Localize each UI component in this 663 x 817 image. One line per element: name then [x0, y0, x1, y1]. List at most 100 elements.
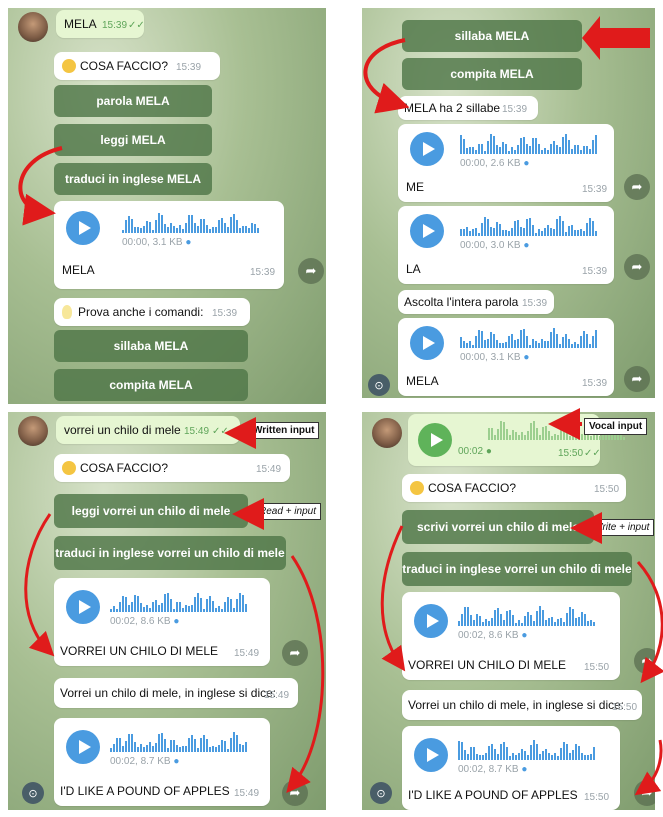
- waveform-bar: [161, 603, 163, 612]
- forward-icon[interactable]: ➦: [634, 780, 655, 806]
- keyboard-button-sillaba[interactable]: sillaba MELA: [402, 20, 582, 52]
- audio-message-me[interactable]: 00:00, 2.6 KB ● ME 15:39: [398, 124, 614, 202]
- waveform-bar: [511, 334, 513, 348]
- audio-message-la[interactable]: 00:00, 3.0 KB ● LA 15:39: [398, 206, 614, 284]
- audio-message-english[interactable]: 00:02, 8.7 KB ● I'D LIKE A POUND OF APPL…: [54, 718, 270, 806]
- play-icon[interactable]: [66, 590, 100, 624]
- keyboard-button-traduci[interactable]: traduci in inglese vorrei un chilo di me…: [402, 552, 632, 586]
- voice-message[interactable]: 00:02 ● 15:50 ✓✓: [408, 414, 625, 466]
- audio-message[interactable]: 00:02, 8.6 KB ● VORREI UN CHILO DI MELE …: [402, 592, 620, 680]
- keyboard-button-compita[interactable]: compita MELA: [54, 369, 248, 401]
- waveform-bar: [559, 344, 561, 348]
- user-avatar[interactable]: [372, 418, 402, 448]
- bot-question[interactable]: COSA FACCIO? 15:50: [402, 474, 626, 502]
- waveform-bar: [466, 148, 468, 154]
- attachment-icon[interactable]: ⊙: [370, 782, 392, 804]
- waveform-bar: [248, 228, 250, 233]
- audio-meta: 00:02, 8.6 KB ●: [110, 616, 180, 627]
- waveform-bar: [487, 219, 489, 236]
- audio-message-mela[interactable]: 00:00, 3.1 KB ● MELA 15:39: [398, 318, 614, 396]
- translate-message[interactable]: Vorrei un chilo di mele, in inglese si d…: [402, 690, 642, 720]
- play-icon[interactable]: [414, 604, 448, 638]
- waveform-bar: [146, 221, 148, 233]
- play-icon[interactable]: [414, 738, 448, 772]
- keyboard-button-parola[interactable]: parola MELA: [54, 85, 212, 117]
- waveform-bar: [571, 225, 573, 236]
- attachment-icon[interactable]: ⊙: [22, 782, 44, 804]
- waveform-bar: [577, 230, 579, 236]
- keyboard-button-scrivi[interactable]: scrivi vorrei un chilo di mele: [402, 510, 594, 544]
- waveform-bar: [530, 615, 532, 626]
- waveform-bar: [224, 223, 226, 233]
- forward-icon[interactable]: ➦: [298, 258, 324, 284]
- forward-icon[interactable]: ➦: [282, 640, 308, 666]
- keyboard-button-sillaba[interactable]: sillaba MELA: [54, 330, 248, 362]
- waveform[interactable]: [458, 738, 595, 760]
- forward-icon[interactable]: ➦: [624, 254, 650, 280]
- play-icon[interactable]: [418, 423, 452, 457]
- waveform-bar: [197, 226, 199, 233]
- waveform[interactable]: [122, 211, 259, 233]
- syllable-reply[interactable]: MELA ha 2 sillabe 15:39: [398, 96, 538, 120]
- waveform-bar: [532, 339, 534, 348]
- sent-message[interactable]: vorrei un chilo di mele 15:49 ✓✓: [56, 416, 240, 444]
- waveform-bar: [236, 599, 238, 612]
- waveform-bar: [488, 428, 490, 440]
- waveform[interactable]: [460, 214, 597, 236]
- play-icon[interactable]: [410, 326, 444, 360]
- waveform-bar: [541, 150, 543, 154]
- bot-question[interactable]: COSA FACCIO? 15:49: [54, 454, 290, 482]
- audio-message[interactable]: 00:00, 3.1 KB ● MELA 15:39: [54, 201, 284, 289]
- play-icon[interactable]: [410, 132, 444, 166]
- user-avatar[interactable]: [18, 416, 48, 446]
- waveform[interactable]: [460, 326, 597, 348]
- audio-time: 15:50: [584, 792, 610, 803]
- forward-icon[interactable]: ➦: [282, 780, 308, 806]
- waveform-bar: [529, 345, 531, 348]
- waveform-bar: [185, 223, 187, 233]
- waveform-bar: [503, 742, 505, 760]
- waveform-bar: [155, 743, 157, 752]
- waveform-bar: [560, 428, 562, 440]
- keyboard-button-traduci[interactable]: traduci in inglese MELA: [54, 163, 212, 195]
- forward-icon[interactable]: ➦: [624, 174, 650, 200]
- bot-question[interactable]: COSA FACCIO? 15:39: [54, 52, 220, 80]
- waveform-bar: [536, 744, 538, 760]
- waveform-bar: [209, 596, 211, 612]
- keyboard-button-traduci[interactable]: traduci in inglese vorrei un chilo di me…: [54, 536, 286, 570]
- waveform-bar: [224, 741, 226, 752]
- waveform-bar: [167, 593, 169, 612]
- waveform-bar: [544, 341, 546, 348]
- waveform-bar: [221, 609, 223, 612]
- translate-message[interactable]: Vorrei un chilo di mele, in inglese si d…: [54, 678, 298, 708]
- play-icon[interactable]: [66, 211, 100, 245]
- user-avatar[interactable]: [18, 12, 48, 42]
- waveform[interactable]: [110, 590, 247, 612]
- waveform-bar: [484, 340, 486, 348]
- waveform[interactable]: [110, 730, 247, 752]
- sent-message[interactable]: MELA 15:39 ✓✓: [56, 10, 145, 38]
- waveform[interactable]: [458, 604, 595, 626]
- waveform-bar: [257, 228, 259, 233]
- waveform-bar: [560, 748, 562, 760]
- audio-message-english[interactable]: 00:02, 8.7 KB ● I'D LIKE A POUND OF APPL…: [402, 726, 620, 810]
- waveform-bar: [550, 144, 552, 154]
- play-icon[interactable]: [410, 214, 444, 248]
- audio-message[interactable]: 00:02, 8.6 KB ● VORREI UN CHILO DI MELE …: [54, 578, 270, 666]
- waveform[interactable]: [460, 132, 597, 154]
- waveform-bar: [140, 744, 142, 752]
- keyboard-button-leggi[interactable]: leggi MELA: [54, 124, 212, 156]
- keyboard-button-leggi[interactable]: leggi vorrei un chilo di mele: [54, 494, 248, 528]
- hint-message[interactable]: Prova anche i comandi: 15:39: [54, 298, 250, 326]
- play-icon[interactable]: [66, 730, 100, 764]
- waveform-bar: [590, 754, 592, 760]
- attachment-icon[interactable]: ⊙: [368, 374, 390, 396]
- keyboard-button-compita[interactable]: compita MELA: [402, 58, 582, 90]
- listen-message[interactable]: Ascolta l'intera parola 15:39: [398, 290, 554, 314]
- waveform-bar: [544, 228, 546, 236]
- waveform-bar: [478, 144, 480, 154]
- forward-icon[interactable]: ➦: [624, 366, 650, 392]
- forward-icon[interactable]: ➦: [634, 648, 655, 674]
- waveform-bar: [553, 328, 555, 348]
- waveform-bar: [541, 231, 543, 236]
